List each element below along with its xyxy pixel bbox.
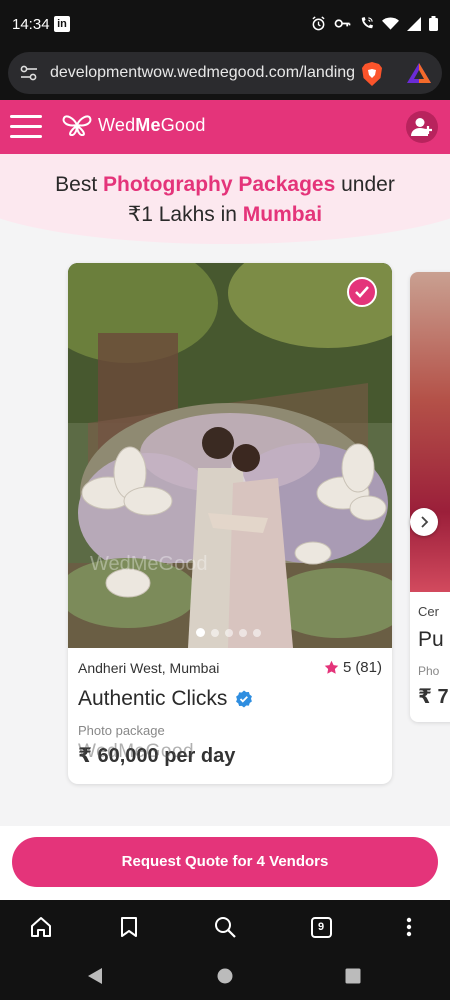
- home-icon: [31, 917, 51, 937]
- title-line-2: ₹1 Lakhs in Mumbai: [0, 200, 450, 230]
- brave-shields-icon[interactable]: [360, 61, 384, 87]
- package-price: ₹ 60,000 per day: [78, 745, 236, 767]
- vendor-name[interactable]: Authentic Clicks: [78, 687, 227, 711]
- brand-bold: Me: [135, 114, 161, 135]
- browser-toolbar: 9: [0, 900, 450, 952]
- search-icon: [215, 917, 236, 938]
- title-category: Photography Packages: [103, 173, 336, 196]
- back-icon: [88, 968, 102, 984]
- next-vendor-location: Cer: [418, 604, 439, 619]
- brand-logo[interactable]: WedMeGood: [62, 114, 206, 136]
- title-part3: ₹1 Lakhs in: [127, 203, 243, 226]
- key-icon: [334, 19, 351, 28]
- status-bar: 14:34 in: [0, 0, 450, 50]
- system-nav-bar: [0, 952, 450, 1000]
- vendor-name-row: Authentic Clicks: [78, 687, 253, 711]
- carousel-next-button[interactable]: [410, 508, 438, 536]
- vendor-card[interactable]: WedMeGood Andheri West, Mumbai 5 (81) Au…: [68, 263, 392, 784]
- address-bar[interactable]: developmentwow.wedmegood.com/landing,: [8, 52, 442, 94]
- signal-icon: [407, 16, 421, 31]
- home-button[interactable]: [26, 912, 56, 942]
- screen: 14:34 in developmentwow.wedmegood.com/la…: [0, 0, 450, 1000]
- next-vendor-photo[interactable]: [410, 272, 450, 592]
- star-icon: [324, 660, 339, 674]
- next-vendor-price: ₹ 7: [418, 686, 449, 708]
- home-circle-icon: [217, 968, 233, 984]
- brand-prefix: Wed: [98, 114, 136, 135]
- chevron-right-icon: [421, 516, 429, 528]
- nav-recents-button[interactable]: [342, 965, 364, 987]
- search-button[interactable]: [210, 912, 240, 942]
- selected-checkmark[interactable]: [347, 277, 377, 307]
- more-icon: [406, 917, 412, 937]
- rating-value: 5: [342, 659, 352, 676]
- title-part1: Best: [55, 173, 104, 196]
- bookmark-icon: [121, 917, 137, 937]
- vendor-photo[interactable]: WedMeGood: [68, 263, 392, 648]
- alarm-icon: [312, 16, 325, 31]
- review-count: (81): [355, 659, 382, 676]
- butterfly-logo-icon: [62, 115, 92, 136]
- tabs-button[interactable]: 9: [306, 912, 336, 942]
- page-title: Best Photography Packages under ₹1 Lakhs…: [0, 170, 450, 230]
- carousel-dot[interactable]: [253, 629, 261, 637]
- wifi-call-icon: [361, 16, 374, 29]
- carousel-dot[interactable]: [225, 629, 233, 637]
- recents-icon: [345, 968, 361, 984]
- nav-home-button[interactable]: [214, 965, 236, 987]
- tabs-icon: 9: [310, 916, 332, 938]
- more-menu-button[interactable]: [394, 912, 424, 942]
- package-type: Photo package: [78, 723, 165, 738]
- title-part2: under: [335, 173, 395, 196]
- next-vendor-package-type: Pho: [418, 664, 440, 678]
- status-time: 14:34: [12, 16, 50, 33]
- brand-suffix: Good: [160, 114, 206, 135]
- cta-footer: Request Quote for 4 Vendors: [0, 826, 450, 900]
- verified-badge-icon: [236, 690, 253, 708]
- bookmark-button[interactable]: [114, 912, 144, 942]
- next-vendor-name: Pu: [418, 628, 444, 651]
- add-user-icon: [411, 118, 432, 136]
- brave-rewards-icon[interactable]: [406, 61, 432, 85]
- browser-address-area: developmentwow.wedmegood.com/landing,: [0, 50, 450, 100]
- photo-watermark: WedMeGood: [90, 553, 208, 575]
- next-vendor-card[interactable]: Cer Pu Pho ₹ 7: [410, 272, 450, 722]
- carousel-dot[interactable]: [239, 629, 247, 637]
- nav-back-button[interactable]: [84, 965, 106, 987]
- url-text[interactable]: developmentwow.wedmegood.com/landing,: [50, 64, 356, 82]
- site-settings-icon[interactable]: [20, 65, 38, 81]
- battery-icon: [429, 16, 438, 31]
- linkedin-icon: in: [54, 16, 70, 32]
- carousel-dot[interactable]: [196, 628, 205, 637]
- title-city: Mumbai: [242, 203, 323, 226]
- carousel-dot[interactable]: [211, 629, 219, 637]
- add-user-button[interactable]: [406, 111, 438, 143]
- request-quote-button[interactable]: Request Quote for 4 Vendors: [12, 837, 438, 887]
- site-header: WedMeGood: [0, 100, 450, 154]
- check-icon: [355, 286, 369, 298]
- title-line-1: Best Photography Packages under: [0, 170, 450, 200]
- wedding-couple-image: [68, 263, 392, 648]
- carousel-dots: [196, 628, 261, 637]
- vendor-location: Andheri West, Mumbai: [78, 660, 220, 676]
- brand-name: WedMeGood: [98, 115, 206, 136]
- vendor-rating: 5 (81): [324, 659, 382, 676]
- menu-icon[interactable]: [10, 115, 42, 139]
- wifi-icon: [382, 17, 399, 30]
- status-icons: [311, 16, 438, 31]
